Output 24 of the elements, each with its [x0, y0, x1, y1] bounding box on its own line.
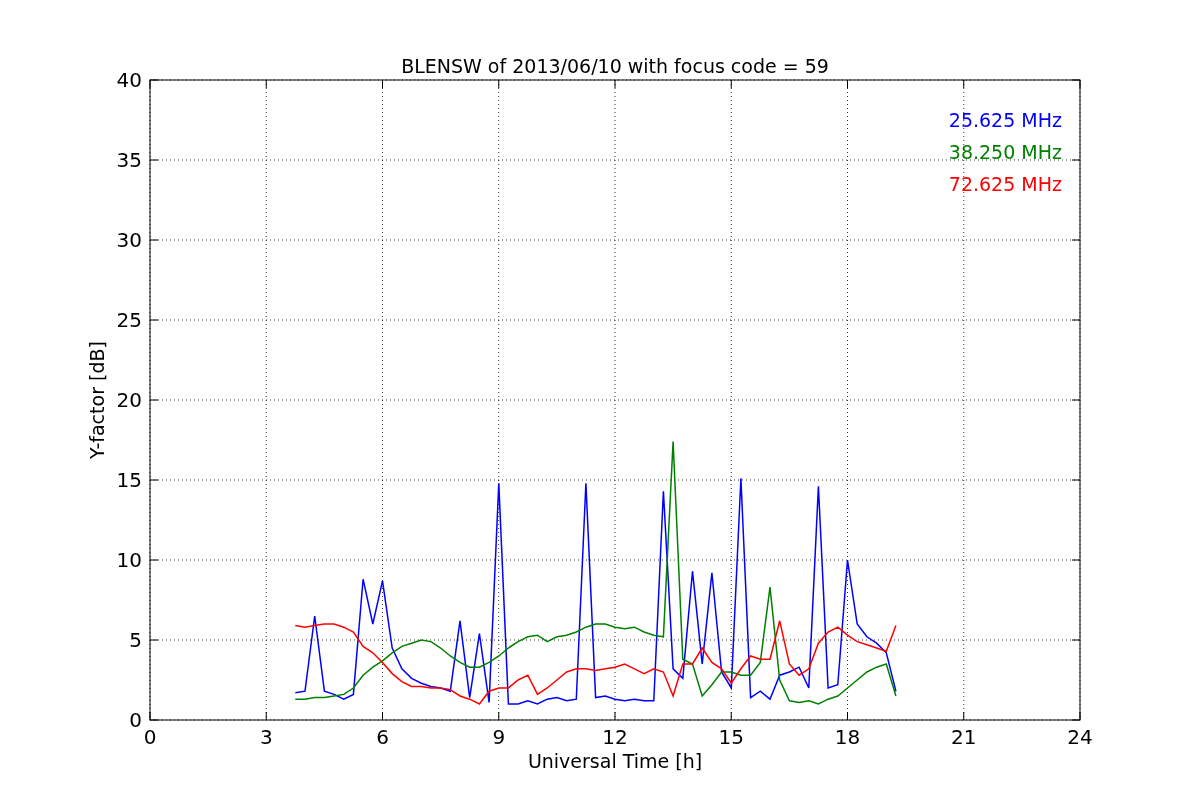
tick-label: 9 [492, 725, 506, 749]
tick-label: 15 [718, 725, 744, 749]
tick-label: 25 [116, 308, 142, 332]
tick-label: 21 [951, 725, 977, 749]
tick-label: 20 [116, 388, 142, 412]
tick-label: 24 [1067, 725, 1093, 749]
tick-label: 3 [259, 725, 273, 749]
tick-label: 0 [143, 725, 157, 749]
tick-label: 6 [376, 725, 389, 749]
chart-title: BLENSW of 2013/06/10 with focus code = 59 [401, 55, 829, 77]
legend-label: 38.250 MHz [948, 141, 1062, 163]
tick-label: 35 [116, 148, 142, 172]
tick-label: 18 [834, 725, 861, 749]
tick-label: 12 [602, 725, 628, 749]
x-axis-label: Universal Time [h] [527, 750, 703, 772]
legend-label: 72.625 MHz [948, 173, 1062, 195]
tick-label: 40 [116, 68, 142, 92]
tick-label: 30 [116, 228, 142, 252]
tick-label: 0 [129, 708, 142, 732]
tick-label: 5 [129, 628, 142, 652]
y-axis-label: Y-factor [dB] [86, 341, 108, 459]
tick-label: 15 [116, 468, 142, 492]
legend-label: 25.625 MHz [948, 109, 1062, 131]
tick-label: 10 [116, 548, 142, 572]
